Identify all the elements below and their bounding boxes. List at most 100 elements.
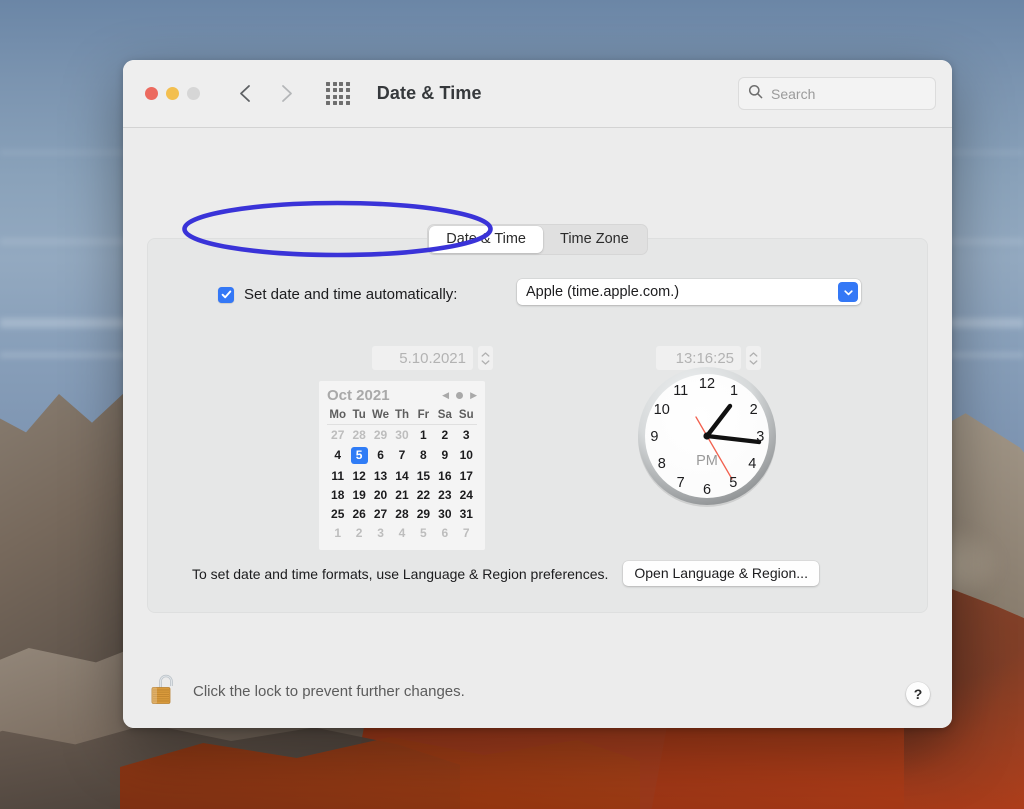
analog-clock: 12 1 2 3 4 5 6 7 8 9 10 11 PM	[634, 363, 780, 509]
calendar-day-cell[interactable]: 18	[327, 485, 348, 504]
calendar-selected-day: 5	[350, 446, 368, 464]
stepper-up-icon	[749, 351, 758, 357]
lock-open-icon[interactable]	[150, 671, 180, 712]
date-input[interactable]: 5.10.2021	[372, 346, 473, 370]
clock-hour-9: 9	[650, 429, 659, 446]
calendar-day-cell[interactable]: 30	[434, 504, 455, 523]
set-automatically-control[interactable]: Set date and time automatically:	[218, 286, 457, 303]
calendar-day-cell[interactable]: 3	[370, 523, 391, 542]
calendar-day-cell[interactable]: 25	[327, 504, 348, 523]
calendar-prev-icon[interactable]: ◀	[442, 391, 449, 400]
calendar-day-cell[interactable]: 26	[348, 504, 369, 523]
format-hint-text: To set date and time formats, use Langua…	[192, 565, 609, 582]
calendar-next-icon[interactable]: ▶	[470, 391, 477, 400]
clock-hour-11: 11	[673, 383, 689, 400]
calendar-day-cell[interactable]: 16	[434, 466, 455, 485]
calendar-week-row: 11 12 13 14 15 16 17	[327, 466, 477, 485]
traffic-light-group	[145, 87, 200, 100]
calendar-week-row: 18 19 20 21 22 23 24	[327, 485, 477, 504]
clock-hour-1: 1	[729, 383, 739, 400]
calendar-day-cell[interactable]: 2	[434, 425, 455, 445]
search-icon	[748, 84, 763, 104]
tab-date-and-time[interactable]: Date & Time	[429, 226, 543, 253]
calendar-day-cell[interactable]: 6	[370, 444, 391, 466]
tab-group: Date & Time Time Zone	[427, 224, 648, 255]
calendar-month-label: Oct 2021	[327, 387, 390, 404]
calendar-week-row: 25 26 27 28 29 30 31	[327, 504, 477, 523]
minimize-button-icon[interactable]	[166, 87, 179, 100]
calendar-day-cell[interactable]: 24	[456, 485, 477, 504]
calendar-today-icon[interactable]	[456, 392, 464, 399]
set-automatically-label: Set date and time automatically:	[244, 286, 458, 303]
calendar-week-row: 27 28 29 30 1 2 3	[327, 425, 477, 445]
calendar-weekday: Th	[394, 409, 409, 421]
calendar-day-cell[interactable]: 28	[391, 504, 412, 523]
set-automatically-checkbox[interactable]	[218, 286, 234, 303]
window-body: Date & Time Time Zone Set date and time …	[123, 128, 952, 728]
tab-bar: Date & Time Time Zone	[123, 224, 952, 255]
back-chevron-icon[interactable]	[232, 81, 258, 107]
calendar-day-cell[interactable]: 17	[456, 466, 477, 485]
format-hint-row: To set date and time formats, use Langua…	[192, 561, 819, 586]
calendar-day-cell[interactable]: 10	[456, 444, 477, 466]
calendar-weekday: Sa	[437, 409, 452, 421]
calendar-day-cell[interactable]: 8	[413, 444, 434, 466]
clock-hour-12: 12	[698, 376, 716, 393]
calendar-day-cell[interactable]: 29	[370, 425, 391, 445]
calendar-day-cell[interactable]: 15	[413, 466, 434, 485]
calendar-day-cell[interactable]: 11	[327, 466, 348, 485]
calendar-day-cell[interactable]: 23	[434, 485, 455, 504]
calendar-day-cell[interactable]: 5	[413, 523, 434, 542]
clock-hour-5: 5	[729, 474, 738, 491]
calendar-day-cell[interactable]: 20	[370, 485, 391, 504]
clock-meridiem-label: PM	[696, 452, 718, 469]
search-input[interactable]	[769, 84, 926, 103]
calendar-weekday-row: Mo Tu We Th Fr Sa Su	[327, 408, 477, 425]
show-all-grid-icon[interactable]	[326, 81, 350, 106]
search-field[interactable]	[738, 77, 936, 110]
calendar-day-cell[interactable]: 1	[413, 425, 434, 445]
calendar-day-cell[interactable]: 31	[456, 504, 477, 523]
calendar-day-cell[interactable]: 29	[413, 504, 434, 523]
calendar-day-cell[interactable]: 27	[327, 425, 348, 445]
close-button-icon[interactable]	[145, 87, 158, 100]
clock-hour-2: 2	[749, 402, 758, 419]
calendar-day-cell[interactable]: 28	[348, 425, 369, 445]
stepper-down-icon	[481, 359, 490, 365]
help-button[interactable]: ?	[906, 682, 930, 706]
calendar-day-cell[interactable]: 4	[327, 444, 348, 466]
calendar-day-cell[interactable]: 21	[391, 485, 412, 504]
date-stepper[interactable]	[478, 346, 493, 370]
calendar-day-cell[interactable]: 9	[434, 444, 455, 466]
calendar-day-cell[interactable]: 5	[348, 444, 369, 466]
calendar-day-cell[interactable]: 22	[413, 485, 434, 504]
calendar-day-cell[interactable]: 2	[348, 523, 369, 542]
calendar-day-cell[interactable]: 7	[391, 444, 412, 466]
calendar-day-cell[interactable]: 7	[456, 523, 477, 542]
calendar-week-row: 1234567	[327, 523, 477, 542]
calendar-day-cell[interactable]: 13	[370, 466, 391, 485]
calendar-week-row: 4 5 6 7 8 9 10	[327, 444, 477, 466]
tab-time-zone[interactable]: Time Zone	[543, 226, 646, 253]
time-server-value: Apple (time.apple.com.)	[526, 284, 680, 300]
calendar-day-cell[interactable]: 14	[391, 466, 412, 485]
calendar-day-cell[interactable]: 30	[391, 425, 412, 445]
maximize-button-icon[interactable]	[187, 87, 200, 100]
clock-hour-4: 4	[748, 455, 757, 472]
forward-chevron-icon[interactable]	[274, 81, 300, 107]
chevron-down-icon[interactable]	[838, 282, 858, 302]
calendar-day-cell[interactable]: 27	[370, 504, 391, 523]
calendar-body: 27 28 29 30 1 2 3 4 5 6 7 8 9 10 11 12 13 14 15 16 17 18 19 20 2…	[327, 425, 477, 543]
calendar-day-cell[interactable]: 1	[327, 523, 348, 542]
lock-hint-text: Click the lock to prevent further change…	[193, 683, 465, 700]
calendar-day-cell[interactable]: 12	[348, 466, 369, 485]
calendar-day-cell[interactable]: 3	[456, 425, 477, 445]
calendar-day-cell[interactable]: 4	[391, 523, 412, 542]
calendar-day-cell[interactable]: 19	[348, 485, 369, 504]
calendar-day-cell[interactable]: 6	[434, 523, 455, 542]
time-server-dropdown[interactable]: Apple (time.apple.com.)	[517, 279, 861, 305]
calendar-weekday: Fr	[417, 409, 430, 421]
date-picker-calendar[interactable]: Oct 2021 ◀ ▶ Mo Tu We Th Fr Sa Su 27 28 …	[319, 381, 485, 550]
open-language-region-button[interactable]: Open Language & Region...	[623, 561, 819, 586]
clock-face: 12 1 2 3 4 5 6 7 8 9 10 11 PM	[634, 363, 780, 509]
